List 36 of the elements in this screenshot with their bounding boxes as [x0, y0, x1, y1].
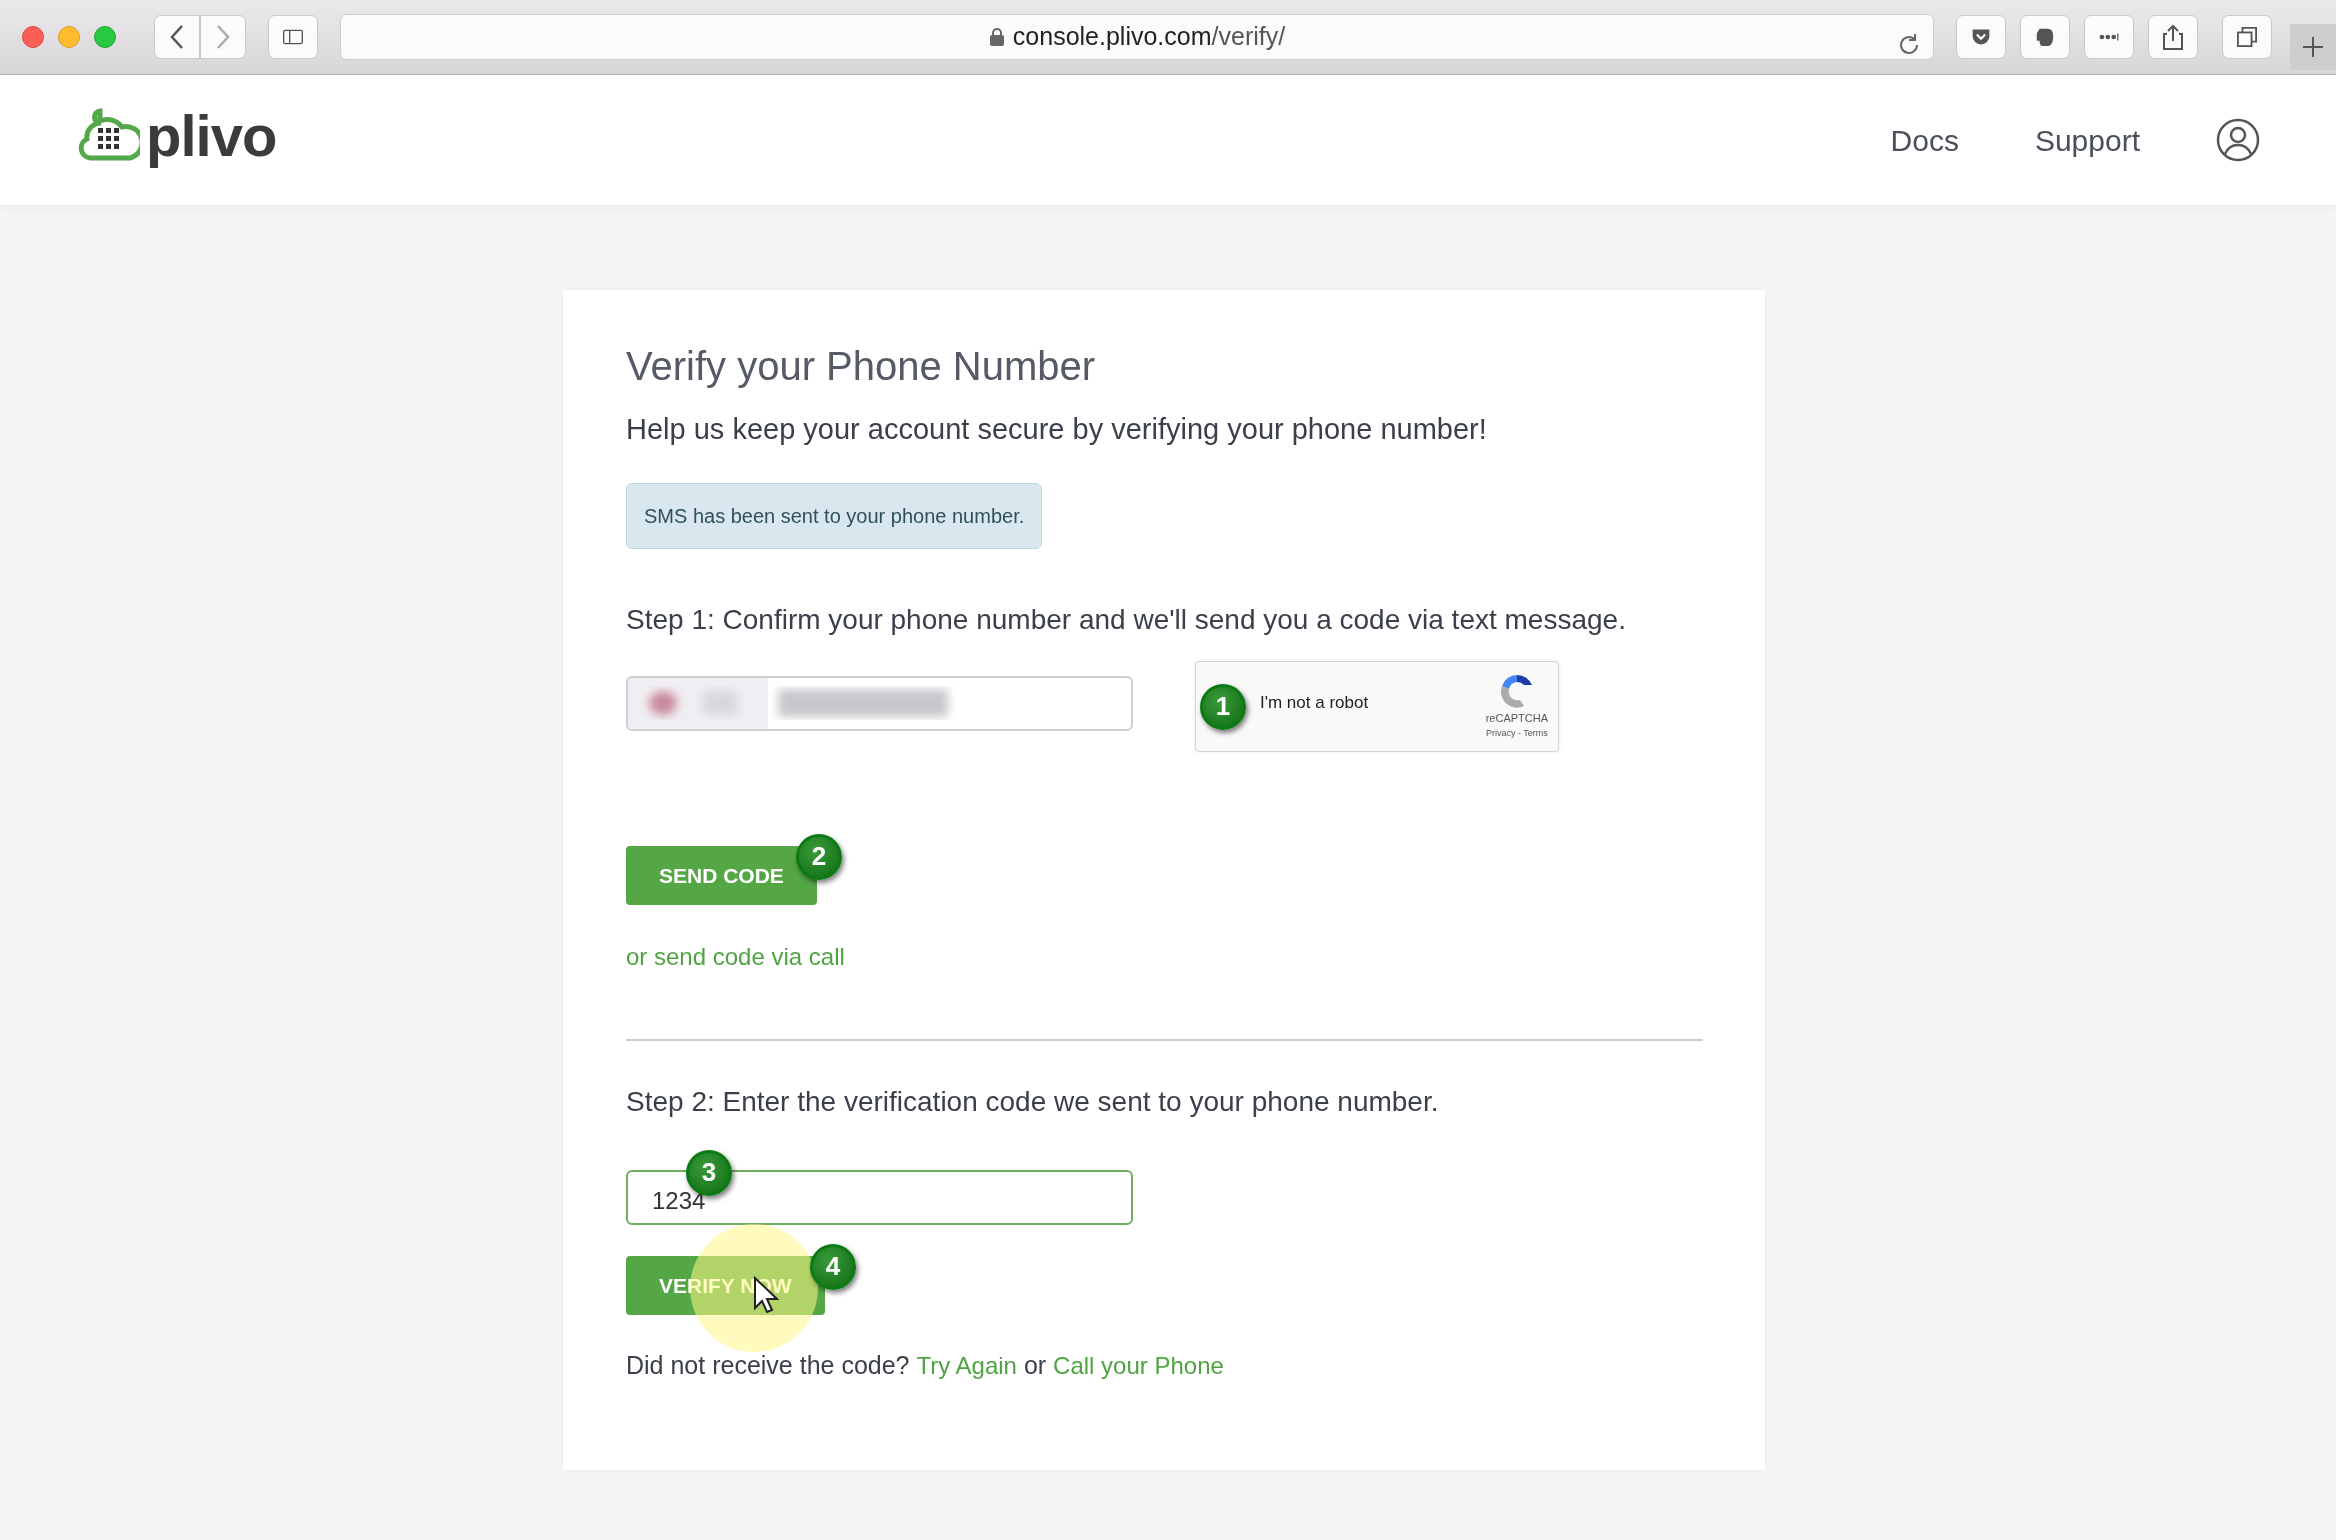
step-marker: 2 — [796, 833, 842, 880]
step-heading: Step 2: Enter the verification code we sent to your phone number. — [626, 1084, 1440, 1119]
phone-input-field[interactable] — [626, 675, 1133, 731]
pocket-button[interactable] — [1956, 15, 2006, 59]
step-marker: 4 — [810, 1243, 856, 1290]
info-alert: SMS has been sent to your phone number. — [626, 482, 1043, 549]
cloud-grid-logo-icon[interactable] — [78, 108, 140, 162]
logo-text[interactable]: plivo — [146, 91, 277, 179]
help-text: Did not receive the code? Try Again or Call your Phone — [626, 1349, 1225, 1381]
user-account-icon[interactable] — [2216, 118, 2260, 162]
more-button[interactable] — [2084, 15, 2134, 59]
address-bar[interactable]: console.plivo.com/verify/ — [340, 14, 1934, 60]
elephant-extension-button[interactable] — [2020, 15, 2070, 59]
back-icon — [169, 24, 185, 50]
more-icon — [2099, 31, 2119, 43]
subtitle-text: Help us keep your account secure by verifying your phone number! — [626, 412, 1488, 447]
lock-icon — [988, 27, 1005, 47]
share-button[interactable] — [2148, 15, 2198, 59]
captcha-brand: reCAPTCHA — [1485, 711, 1548, 726]
tabs-icon — [2237, 26, 2257, 48]
sidebar-button[interactable] — [268, 15, 318, 59]
new-tab-button[interactable] — [2290, 24, 2336, 70]
url-text: console.plivo.com/verify/ — [1012, 21, 1286, 53]
captcha-links[interactable]: Privacy - Terms — [1485, 726, 1548, 740]
nav-link[interactable]: Docs — [1890, 117, 1959, 163]
plus-icon — [2302, 36, 2324, 58]
tabs-button[interactable] — [2222, 15, 2272, 59]
step-heading: Step 1: Confirm your phone number and we'll send you a code via text message. — [626, 602, 1627, 637]
step-marker: 1 — [1200, 683, 1246, 730]
back-button[interactable] — [154, 15, 200, 59]
forward-icon — [215, 24, 231, 50]
close-window-button[interactable] — [22, 26, 44, 48]
page-title: Verify your Phone Number — [626, 343, 1097, 390]
share-icon — [2163, 24, 2183, 50]
nav-link[interactable]: Support — [2034, 117, 2140, 163]
captcha-label: I'm not a robot — [1260, 692, 1369, 715]
